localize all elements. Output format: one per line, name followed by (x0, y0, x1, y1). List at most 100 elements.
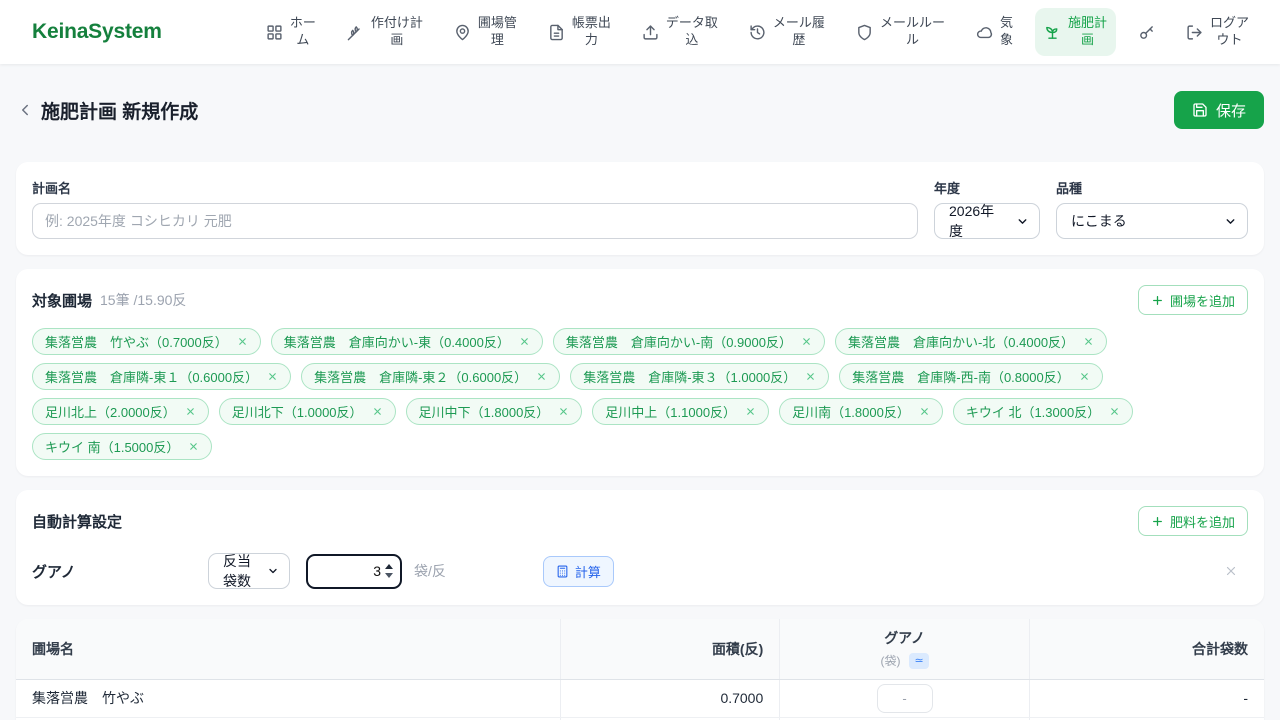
nav-label: 施肥計画 (1068, 15, 1107, 49)
plan-name-input[interactable] (32, 203, 918, 239)
calc-mode-select[interactable]: 反当袋数 (208, 553, 290, 589)
remove-tag-icon[interactable] (372, 406, 383, 417)
save-button[interactable]: 保存 (1174, 91, 1264, 129)
fertilizer-row: グアノ 反当袋数 3 袋/反 計算 (32, 553, 1248, 589)
field-tag: キウイ 南（1.5000反） (32, 433, 212, 460)
add-field-label: 圃場を追加 (1170, 291, 1235, 310)
remove-tag-icon[interactable] (1109, 406, 1120, 417)
year-select[interactable]: 2026年度 (934, 203, 1040, 239)
nav-item-planting-plan[interactable]: 作付け計画 (338, 8, 432, 56)
calculator-icon (556, 565, 569, 578)
field-tag: 集落営農 倉庫向かい-南（0.9000反） (553, 328, 825, 355)
target-fields-count: 15筆 /15.90反 (100, 290, 186, 310)
remove-tag-icon[interactable] (519, 336, 530, 347)
nav-item-fertilization-plan[interactable]: 施肥計画 (1035, 8, 1116, 56)
cell-field-name: 集落営農 竹やぶ (16, 679, 560, 717)
field-tag-label: 足川中上（1.1000反） (605, 402, 736, 421)
remove-tag-icon[interactable] (188, 441, 199, 452)
remove-tag-icon[interactable] (237, 336, 248, 347)
page-header: 施肥計画 新規作成 保存 (0, 64, 1280, 129)
nav-item-home[interactable]: ホーム (257, 8, 325, 56)
calculate-button[interactable]: 計算 (543, 556, 614, 587)
add-field-button[interactable]: 圃場を追加 (1138, 285, 1248, 315)
back-button[interactable] (16, 101, 34, 119)
nav-item-password[interactable] (1129, 17, 1164, 48)
remove-tag-icon[interactable] (558, 406, 569, 417)
remove-tag-icon[interactable] (745, 406, 756, 417)
field-tag-label: 足川北上（2.0000反） (45, 402, 176, 421)
plus-icon (1151, 515, 1164, 528)
nav-label: 圃場管理 (478, 15, 517, 49)
calc-result-table-card: 圃場名 面積(反) グアノ (袋) ≃ 合計袋数 集落営農 竹やぶ 0.7000… (16, 619, 1264, 720)
bags-per-tan-value: 3 (318, 563, 385, 579)
remove-tag-icon[interactable] (267, 371, 278, 382)
remove-tag-icon[interactable] (919, 406, 930, 417)
plus-icon (1151, 294, 1164, 307)
chevron-down-icon (1224, 215, 1237, 228)
field-tag-label: 集落営農 倉庫向かい-北（0.4000反） (848, 332, 1074, 351)
field-tag: 足川中上（1.1000反） (592, 398, 769, 425)
field-tag: 足川中下（1.8000反） (406, 398, 583, 425)
remove-fertilizer-icon[interactable] (1224, 564, 1238, 578)
field-tag: 集落営農 竹やぶ（0.7000反） (32, 328, 261, 355)
field-tag-label: 集落営農 倉庫隣-東１（0.6000反） (45, 367, 258, 386)
remove-tag-icon[interactable] (805, 371, 816, 382)
nav-label: データ取込 (666, 15, 718, 49)
col-header-fertilizer: グアノ (袋) ≃ (780, 619, 1030, 679)
year-label: 年度 (934, 178, 1040, 197)
add-fertilizer-label: 肥料を追加 (1170, 512, 1235, 531)
shield-icon (856, 24, 873, 41)
variety-label: 品種 (1056, 178, 1248, 197)
grid-icon (266, 24, 283, 41)
remove-tag-icon[interactable] (801, 336, 812, 347)
remove-tag-icon[interactable] (1079, 371, 1090, 382)
field-tag: 集落営農 倉庫向かい-北（0.4000反） (835, 328, 1107, 355)
field-tag: キウイ 北（1.3000反） (953, 398, 1133, 425)
nav-item-weather[interactable]: 気象 (967, 8, 1022, 56)
file-text-icon (548, 24, 565, 41)
col-header-field-name: 圃場名 (16, 619, 560, 679)
bags-unit-label: 袋/反 (414, 561, 446, 581)
nav-label: メールルール (880, 15, 945, 49)
nav-item-logout[interactable]: ログアウト (1177, 8, 1258, 56)
nav-item-mail-history[interactable]: メール履歴 (740, 8, 834, 56)
variety-select-value: にこまる (1071, 211, 1127, 231)
field-tag: 足川北上（2.0000反） (32, 398, 209, 425)
bags-per-tan-stepper[interactable]: 3 (306, 554, 402, 589)
calc-result-table: 圃場名 面積(反) グアノ (袋) ≃ 合計袋数 集落営農 竹やぶ 0.7000… (16, 619, 1264, 720)
nav-item-mail-rules[interactable]: メールルール (847, 8, 954, 56)
chevron-down-icon (1016, 215, 1029, 228)
cell-area: 0.7000 (560, 679, 780, 717)
field-tag: 集落営農 倉庫隣-東２（0.6000反） (301, 363, 560, 390)
calculate-label: 計算 (575, 562, 601, 581)
table-row: 集落営農 竹やぶ 0.7000 - - (16, 679, 1264, 717)
add-fertilizer-button[interactable]: 肥料を追加 (1138, 506, 1248, 536)
spinner-arrows[interactable] (385, 564, 393, 578)
field-tag-label: 足川南（1.8000反） (792, 402, 910, 421)
chevron-left-icon (16, 101, 34, 119)
nav-item-report-output[interactable]: 帳票出力 (539, 8, 620, 56)
col-header-area: 面積(反) (560, 619, 780, 679)
remove-tag-icon[interactable] (1083, 336, 1094, 347)
target-fields-title: 対象圃場 (32, 290, 92, 311)
field-tag-label: 足川北下（1.0000反） (232, 402, 363, 421)
bags-input[interactable]: - (877, 684, 933, 713)
variety-select[interactable]: にこまる (1056, 203, 1248, 239)
field-tag-label: 集落営農 倉庫隣-西-南（0.8000反） (852, 367, 1069, 386)
auto-calc-title: 自動計算設定 (32, 511, 122, 532)
logout-icon (1186, 24, 1203, 41)
fertilizer-col-unit: (袋) (880, 652, 900, 669)
remove-tag-icon[interactable] (536, 371, 547, 382)
wheat-icon (347, 24, 364, 41)
history-icon (749, 24, 766, 41)
target-fields-card: 対象圃場 15筆 /15.90反 圃場を追加 集落営農 竹やぶ（0.7000反）… (16, 269, 1264, 476)
save-icon (1192, 102, 1208, 118)
nav-label: ホーム (290, 15, 316, 49)
main-nav: ホーム 作付け計画 圃場管理 帳票出力 データ取込 メール履歴 メールルール (257, 8, 1258, 56)
field-tag-label: キウイ 北（1.3000反） (966, 402, 1100, 421)
field-tag-label: キウイ 南（1.5000反） (45, 437, 179, 456)
year-select-value: 2026年度 (949, 201, 1008, 241)
nav-item-field-management[interactable]: 圃場管理 (445, 8, 526, 56)
remove-tag-icon[interactable] (185, 406, 196, 417)
nav-item-data-import[interactable]: データ取込 (633, 8, 727, 56)
